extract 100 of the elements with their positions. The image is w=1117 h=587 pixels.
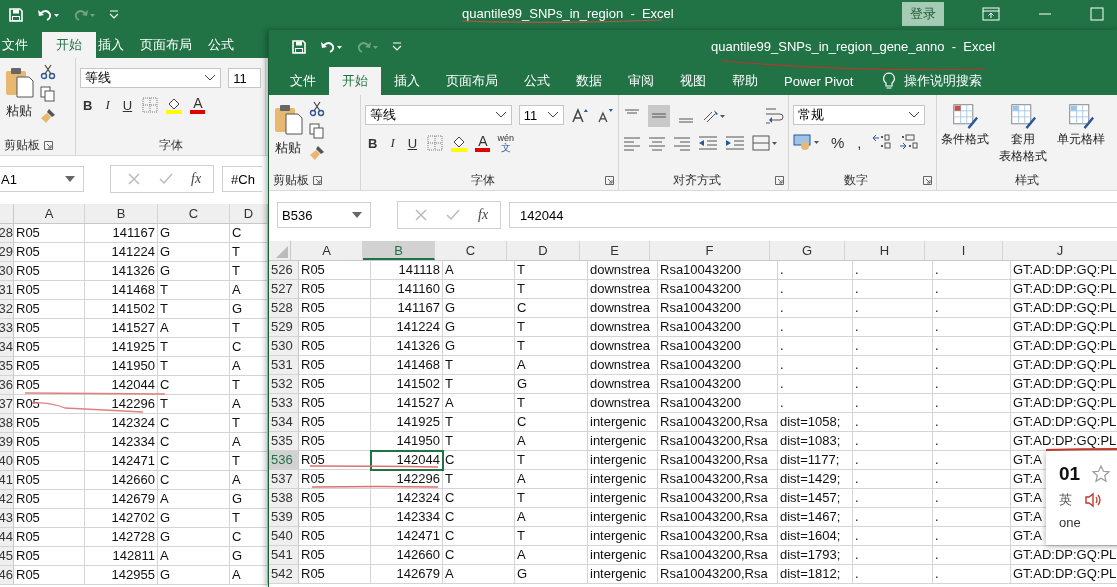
style-button[interactable]: 条件格式 bbox=[941, 131, 989, 148]
column-header[interactable]: D bbox=[507, 241, 580, 260]
save-icon[interactable] bbox=[8, 7, 24, 23]
caret-icon[interactable] bbox=[547, 111, 560, 119]
insert-function-button[interactable]: fx bbox=[478, 207, 489, 223]
font-size-field[interactable]: 11 bbox=[228, 68, 261, 88]
caret-icon[interactable] bbox=[494, 111, 507, 119]
ribbon-tab[interactable]: 审阅 bbox=[615, 67, 667, 95]
save-icon[interactable] bbox=[291, 39, 307, 55]
comma-button[interactable]: , bbox=[854, 133, 865, 151]
name-box[interactable]: A1 bbox=[0, 166, 84, 192]
format-button[interactable]: U bbox=[119, 97, 136, 113]
column-header[interactable]: F bbox=[650, 241, 770, 260]
row-header[interactable]: 530 bbox=[269, 337, 299, 356]
ribbon-tab[interactable]: 开始 bbox=[329, 67, 381, 95]
paste-button[interactable]: 粘贴 bbox=[6, 102, 32, 120]
decrease-decimal-icon[interactable] bbox=[898, 133, 919, 151]
row-header[interactable]: 527 bbox=[269, 280, 299, 299]
column-header[interactable]: B bbox=[363, 241, 435, 260]
format-button[interactable]: I bbox=[102, 97, 113, 113]
ribbon-tab[interactable]: 公式 bbox=[206, 32, 248, 58]
ribbon-tab[interactable]: 插入 bbox=[381, 67, 433, 95]
column-header[interactable]: B bbox=[85, 204, 158, 223]
name-box[interactable]: B536 bbox=[277, 202, 371, 228]
orientation-icon[interactable] bbox=[702, 108, 726, 124]
caret-icon[interactable] bbox=[204, 74, 217, 82]
row-header[interactable]: 536 bbox=[269, 451, 299, 470]
fill-color-icon[interactable] bbox=[450, 134, 469, 152]
column-header[interactable]: A bbox=[14, 204, 85, 223]
maximize-icon[interactable] bbox=[1090, 7, 1104, 21]
cell-style-icon[interactable] bbox=[1068, 103, 1094, 129]
row-header[interactable]: 542 bbox=[269, 565, 299, 584]
column-header[interactable]: E bbox=[580, 241, 650, 260]
row-header[interactable]: 28 bbox=[0, 224, 14, 243]
font-size-field[interactable]: 11 bbox=[518, 105, 565, 125]
brush-icon[interactable] bbox=[309, 145, 325, 161]
undo-icon[interactable] bbox=[36, 7, 60, 23]
number-format-field[interactable]: 常规 bbox=[793, 105, 925, 125]
row-header[interactable]: 29 bbox=[0, 243, 14, 262]
ribbon-tab[interactable]: 公式 bbox=[511, 67, 563, 95]
scissors-icon[interactable] bbox=[309, 101, 325, 117]
ribbon-tab[interactable]: Power Pivot bbox=[771, 67, 867, 95]
table-format-icon[interactable] bbox=[1010, 103, 1036, 129]
ribbon-tab[interactable]: 开始 bbox=[42, 32, 96, 58]
star-icon[interactable] bbox=[1092, 465, 1111, 483]
merge-cells-icon[interactable] bbox=[752, 135, 778, 151]
row-header[interactable]: 526 bbox=[269, 261, 299, 280]
ribbon-display-icon[interactable] bbox=[982, 7, 1000, 21]
undo-icon[interactable] bbox=[319, 39, 343, 55]
increase-decimal-icon[interactable] bbox=[871, 133, 892, 151]
currency-icon[interactable] bbox=[793, 133, 821, 151]
shrink-font-icon[interactable] bbox=[596, 107, 614, 123]
format-button[interactable]: I bbox=[387, 135, 398, 151]
column-header[interactable]: C bbox=[435, 241, 507, 260]
row-header[interactable]: 539 bbox=[269, 508, 299, 527]
font-name-field[interactable]: 等线 bbox=[80, 68, 222, 88]
customize-caret-icon[interactable] bbox=[108, 9, 120, 21]
brush-icon[interactable] bbox=[40, 108, 56, 124]
format-button[interactable]: B bbox=[80, 97, 96, 113]
launcher-icon[interactable] bbox=[44, 140, 53, 150]
lightbulb-icon[interactable] bbox=[882, 72, 897, 90]
row-header[interactable]: 534 bbox=[269, 413, 299, 432]
customize-caret-icon[interactable] bbox=[391, 41, 403, 53]
launcher-icon[interactable] bbox=[313, 175, 322, 185]
grow-font-icon[interactable] bbox=[571, 107, 590, 123]
ribbon-tab[interactable]: 页面布局 bbox=[138, 32, 206, 58]
ribbon-tab[interactable]: 文件 bbox=[277, 67, 329, 95]
ribbon-tab[interactable]: 插入 bbox=[96, 32, 138, 58]
row-header[interactable]: 533 bbox=[269, 394, 299, 413]
row-header[interactable]: 532 bbox=[269, 375, 299, 394]
fill-color-icon[interactable] bbox=[165, 96, 184, 114]
row-header[interactable]: 528 bbox=[269, 299, 299, 318]
launcher-icon[interactable] bbox=[605, 175, 614, 185]
paste-button[interactable]: 粘贴 bbox=[275, 139, 301, 157]
formula-field[interactable]: #Ch bbox=[222, 166, 263, 192]
decrease-indent-icon[interactable] bbox=[698, 135, 718, 151]
tell-me-search[interactable]: 操作说明搜索 bbox=[904, 72, 983, 90]
format-button[interactable]: U bbox=[404, 135, 421, 151]
column-header[interactable]: J bbox=[1003, 241, 1117, 260]
row-header[interactable]: 541 bbox=[269, 546, 299, 565]
scissors-icon[interactable] bbox=[40, 64, 56, 80]
ribbon-tab[interactable]: 视图 bbox=[667, 67, 719, 95]
launcher-icon[interactable] bbox=[923, 175, 932, 185]
row-header[interactable]: 538 bbox=[269, 489, 299, 508]
paste-icon[interactable] bbox=[273, 103, 303, 135]
style-button[interactable]: 单元格样 bbox=[1057, 131, 1105, 148]
caret-icon[interactable] bbox=[908, 111, 920, 119]
font-color-button[interactable]: A bbox=[190, 96, 206, 114]
row-header[interactable]: 531 bbox=[269, 356, 299, 375]
style-button[interactable]: 套用 表格格式 bbox=[999, 131, 1047, 165]
ribbon-tab[interactable]: 文件 bbox=[0, 32, 42, 58]
percent-button[interactable]: % bbox=[828, 133, 848, 151]
column-header[interactable]: I bbox=[925, 241, 1003, 260]
formula-field[interactable]: 142044 bbox=[509, 202, 1117, 228]
format-button[interactable]: B bbox=[365, 135, 381, 151]
row-header[interactable]: 540 bbox=[269, 527, 299, 546]
row-header[interactable]: 529 bbox=[269, 318, 299, 337]
speaker-icon[interactable] bbox=[1084, 492, 1102, 508]
login-button[interactable]: 登录 bbox=[902, 2, 944, 26]
ribbon-tab[interactable]: 页面布局 bbox=[433, 67, 511, 95]
